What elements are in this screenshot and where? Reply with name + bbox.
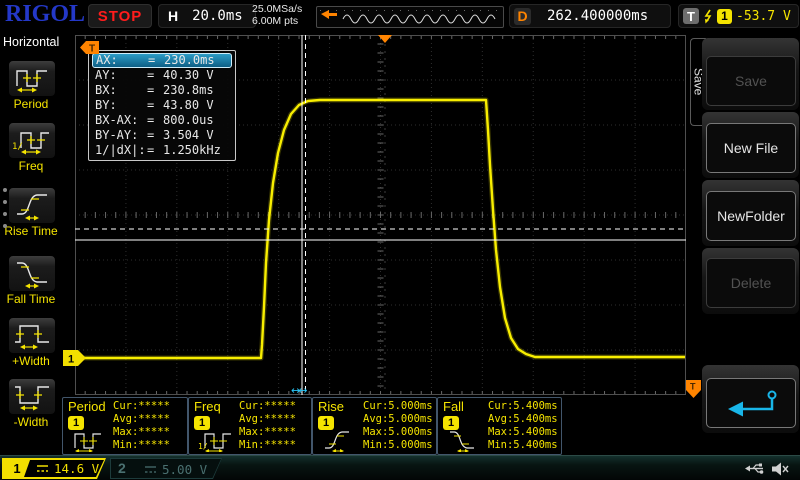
waveform-preview-icon: [317, 7, 501, 25]
trigger-left-marker-icon: T: [80, 41, 99, 54]
left-menu-title: Horizontal: [3, 35, 59, 49]
measurement-box-freq[interactable]: Freq 1 1/ Cur:***** Avg:***** Max:***** …: [188, 397, 312, 455]
delete-button[interactable]: Delete: [706, 258, 796, 308]
oscilloscope-screen: RIGOL STOP H 20.0ms 25.0MSa/s 6.00M pts …: [0, 0, 800, 480]
cursor-row-bx-ax[interactable]: BX-AX: = 800.0us: [92, 113, 232, 128]
channel2-badge[interactable]: 2 5.00 V: [110, 458, 222, 479]
back-button[interactable]: [706, 378, 796, 428]
minus-width-icon: [9, 379, 55, 414]
new-file-button[interactable]: New File: [706, 123, 796, 173]
freq-icon: 1/: [197, 428, 235, 452]
cursor-row-by[interactable]: BY: = 43.80 V: [92, 98, 232, 113]
acquisition-info: 25.0MSa/s 6.00M pts: [252, 3, 302, 27]
svg-text:T: T: [89, 44, 95, 55]
save-button[interactable]: Save: [706, 56, 796, 106]
freq-icon: 1/: [9, 123, 55, 158]
t-label: T: [683, 8, 699, 24]
channel2-scale: 5.00 V: [162, 462, 207, 477]
menu-item-plus-width[interactable]: +Width: [0, 317, 62, 377]
channel-status-bar: 1 14.6 V 2 5.00 V: [0, 455, 800, 480]
measurement-box-fall[interactable]: Fall 1 Cur:5.400ms Avg:5.400ms Max:5.400…: [437, 397, 562, 455]
trigger-readout-box[interactable]: T 1 -53.7 V: [678, 4, 799, 28]
menu-slot: Save: [702, 38, 799, 110]
fall-icon: [446, 428, 484, 452]
fall-time-icon: [9, 256, 55, 291]
cursor-row-ax[interactable]: AX: = 230.0ms: [92, 53, 232, 68]
menu-slot: [702, 365, 799, 433]
run-state-indicator[interactable]: STOP: [88, 4, 152, 28]
period-icon: [9, 61, 55, 96]
rise-icon: [321, 428, 359, 452]
channel2-number: 2: [118, 460, 126, 476]
memory-depth: 6.00M pts: [252, 15, 302, 27]
sample-rate: 25.0MSa/s: [252, 3, 302, 15]
dc-coupling-icon: [36, 464, 49, 474]
trigger-slope-icon: [703, 9, 713, 24]
svg-text:1: 1: [68, 354, 74, 366]
rise-time-icon: [9, 188, 55, 223]
cursor-row-by-ay[interactable]: BY-AY: = 3.504 V: [92, 128, 232, 143]
cursor-row-inv-dx[interactable]: 1/|dX|: = 1.250kHz: [92, 143, 232, 158]
trigger-level-offscreen-marker-icon: T: [686, 380, 701, 398]
menu-slot: Delete: [702, 248, 799, 314]
d-label: D: [514, 8, 531, 25]
menu-item-period[interactable]: Period: [0, 60, 62, 120]
trigger-position-value: 262.400000ms: [547, 8, 648, 24]
measurement-box-rise[interactable]: Rise 1 Cur:5.000ms Avg:5.000ms Max:5.000…: [312, 397, 437, 455]
new-folder-button[interactable]: NewFolder: [706, 191, 796, 241]
menu-item-freq[interactable]: 1/ Freq: [0, 122, 62, 182]
menu-slot: NewFolder: [702, 180, 799, 246]
waveform-preview[interactable]: [316, 6, 504, 28]
channel1-badge[interactable]: 1 14.6 V: [2, 458, 106, 479]
save-menu: Save Save New File NewFolder Delete: [690, 30, 800, 455]
cursor-drag-indicator[interactable]: ↔↔: [291, 384, 305, 397]
menu-item-fall-time[interactable]: Fall Time: [0, 255, 62, 315]
measurement-box-period[interactable]: Period 1 Cur:***** Avg:***** Max:***** M…: [62, 397, 188, 455]
channel1-ground-marker-icon[interactable]: 1: [63, 350, 86, 366]
usb-icon: [744, 461, 766, 476]
dc-coupling-icon: [144, 465, 157, 475]
svg-text:T: T: [690, 382, 696, 392]
horizontal-measure-menu: Horizontal Period 1/ Freq: [0, 30, 62, 455]
trigger-position-arrow-icon: [321, 10, 337, 19]
menu-item-minus-width[interactable]: -Width: [0, 378, 62, 438]
menu-slot: New File: [702, 112, 799, 178]
timebase-value: 20.0ms: [192, 8, 243, 24]
cursor-row-bx[interactable]: BX: = 230.8ms: [92, 83, 232, 98]
trigger-source-badge: 1: [717, 9, 732, 24]
period-icon: [71, 428, 109, 452]
horizontal-timebase-box[interactable]: H 20.0ms: [158, 4, 256, 28]
return-arrow-icon: [716, 386, 786, 420]
menu-item-rise-time[interactable]: Rise Time: [0, 187, 62, 247]
top-status-bar: RIGOL STOP H 20.0ms 25.0MSa/s 6.00M pts …: [0, 0, 800, 30]
speaker-muted-icon: [770, 461, 790, 477]
trigger-level-value: -53.7 V: [736, 9, 791, 24]
delay-readout-box[interactable]: D 262.400000ms: [509, 4, 671, 28]
h-label: H: [168, 8, 178, 24]
svg-text:1/: 1/: [12, 142, 23, 152]
svg-text:1/: 1/: [198, 442, 208, 451]
cursor-row-ay[interactable]: AY: = 40.30 V: [92, 68, 232, 83]
cursor-measurement-panel: AX: = 230.0ms AY: = 40.30 V BX: = 230.8m…: [88, 50, 236, 161]
rigol-logo: RIGOL: [5, 1, 85, 28]
plus-width-icon: [9, 318, 55, 353]
channel1-scale: 14.6 V: [54, 461, 99, 476]
